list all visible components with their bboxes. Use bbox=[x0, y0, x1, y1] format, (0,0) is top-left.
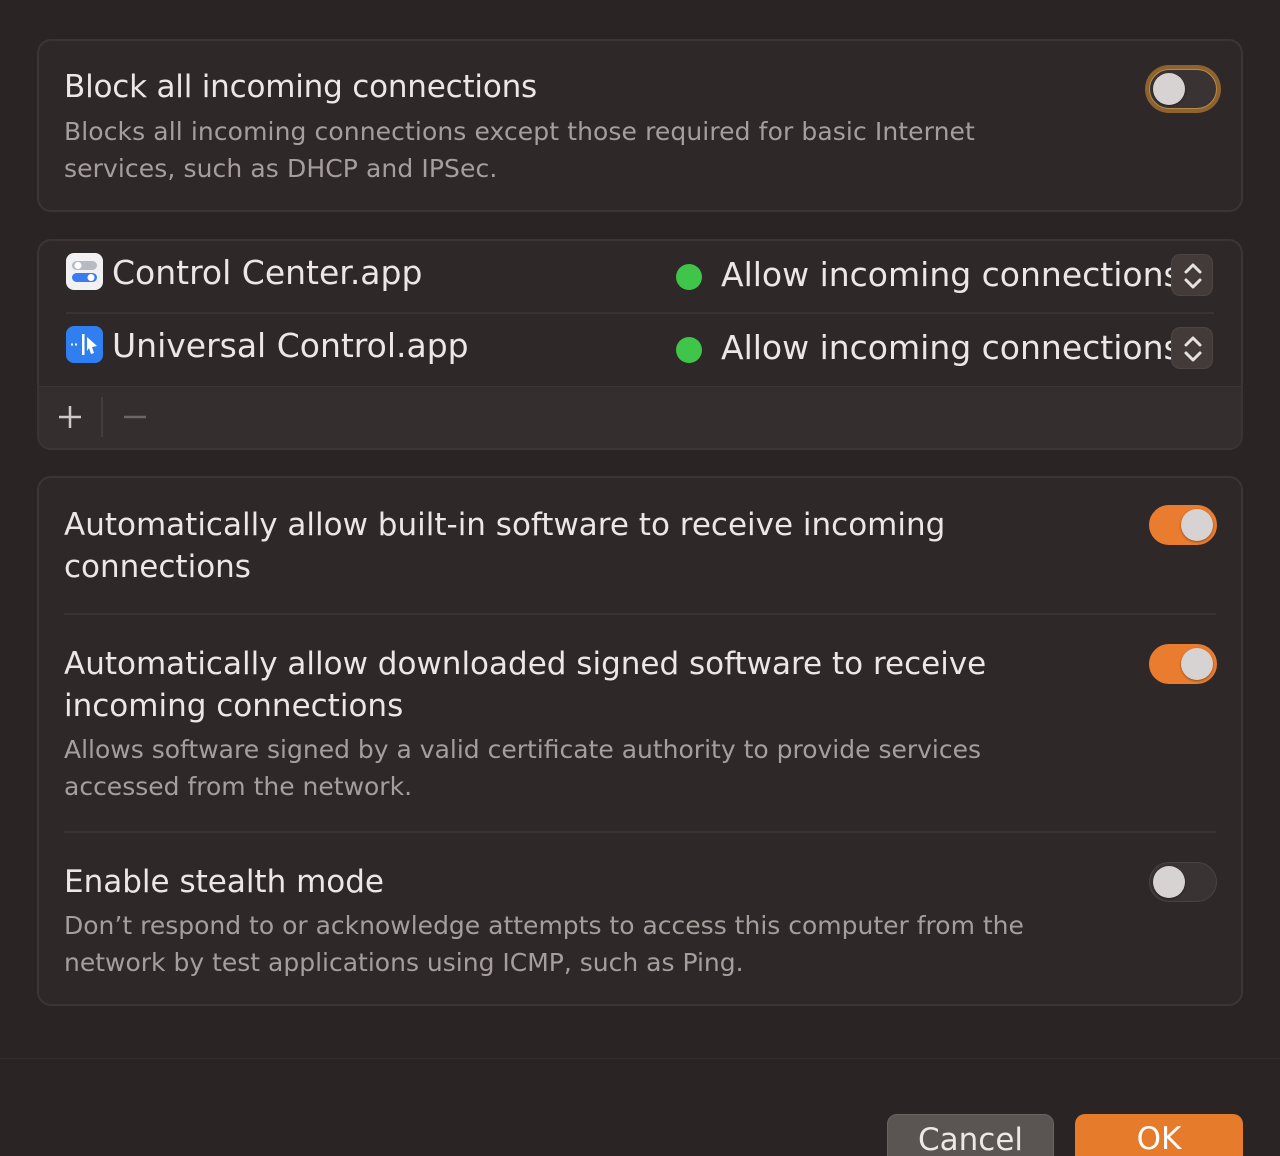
stealth-mode-description-line1: Don’t respond to or acknowledge attempts… bbox=[64, 911, 1024, 940]
signed-software-description-line1: Allows software signed by a valid certif… bbox=[64, 735, 982, 764]
toggle-knob bbox=[1153, 73, 1185, 105]
footer-divider bbox=[0, 1058, 1280, 1059]
status-green-dot bbox=[676, 264, 702, 290]
builtin-software-title-line1: Automatically allow built-in software to… bbox=[64, 507, 946, 543]
ok-button[interactable]: OK bbox=[1075, 1114, 1243, 1156]
cancel-button[interactable]: Cancel bbox=[887, 1114, 1054, 1156]
toggle-knob bbox=[1181, 509, 1213, 541]
signed-software-description-line2: accessed from the network. bbox=[64, 772, 413, 801]
policy-label[interactable]: Allow incoming connections bbox=[721, 255, 1181, 294]
block-all-toggle[interactable] bbox=[1149, 69, 1217, 109]
firewall-options-sheet: Block all incoming connections Blocks al… bbox=[0, 0, 1280, 1156]
setting-divider bbox=[64, 831, 1216, 833]
status-green-dot bbox=[676, 337, 702, 363]
block-all-title: Block all incoming connections bbox=[64, 69, 537, 105]
auto-allow-section: Automatically allow built-in software to… bbox=[37, 476, 1243, 1006]
app-name: Universal Control.app bbox=[112, 326, 469, 365]
block-all-section: Block all incoming connections Blocks al… bbox=[37, 39, 1243, 212]
setting-divider bbox=[64, 613, 1216, 615]
remove-app-button[interactable] bbox=[103, 387, 165, 448]
builtin-software-toggle[interactable] bbox=[1149, 505, 1217, 545]
policy-label[interactable]: Allow incoming connections bbox=[721, 328, 1181, 367]
signed-software-title-line1: Automatically allow downloaded signed so… bbox=[64, 646, 987, 682]
toggle-knob bbox=[1181, 648, 1213, 680]
stealth-mode-toggle[interactable] bbox=[1149, 862, 1217, 902]
app-list-section: Control Center.app Allow incoming connec… bbox=[37, 239, 1243, 450]
plus-icon bbox=[59, 406, 81, 428]
block-all-description-line1: Blocks all incoming connections except t… bbox=[64, 117, 975, 146]
universal-control-icon bbox=[66, 326, 103, 363]
app-row-universal-control[interactable]: Universal Control.app Allow incoming con… bbox=[39, 314, 1241, 386]
policy-stepper[interactable] bbox=[1171, 327, 1213, 369]
app-name: Control Center.app bbox=[112, 253, 423, 292]
app-list-toolbar bbox=[39, 386, 1241, 448]
block-all-description-line2: services, such as DHCP and IPSec. bbox=[64, 154, 498, 183]
builtin-software-title-line2: connections bbox=[64, 549, 251, 585]
minus-icon bbox=[124, 415, 146, 419]
policy-stepper[interactable] bbox=[1171, 254, 1213, 296]
stealth-mode-description-line2: network by test applications using ICMP,… bbox=[64, 948, 744, 977]
signed-software-title-line2: incoming connections bbox=[64, 688, 404, 724]
app-row-control-center[interactable]: Control Center.app Allow incoming connec… bbox=[39, 241, 1241, 313]
add-app-button[interactable] bbox=[39, 387, 101, 448]
toggle-knob bbox=[1153, 866, 1185, 898]
signed-software-toggle[interactable] bbox=[1149, 644, 1217, 684]
stealth-mode-title: Enable stealth mode bbox=[64, 864, 385, 900]
control-center-icon bbox=[66, 253, 103, 290]
